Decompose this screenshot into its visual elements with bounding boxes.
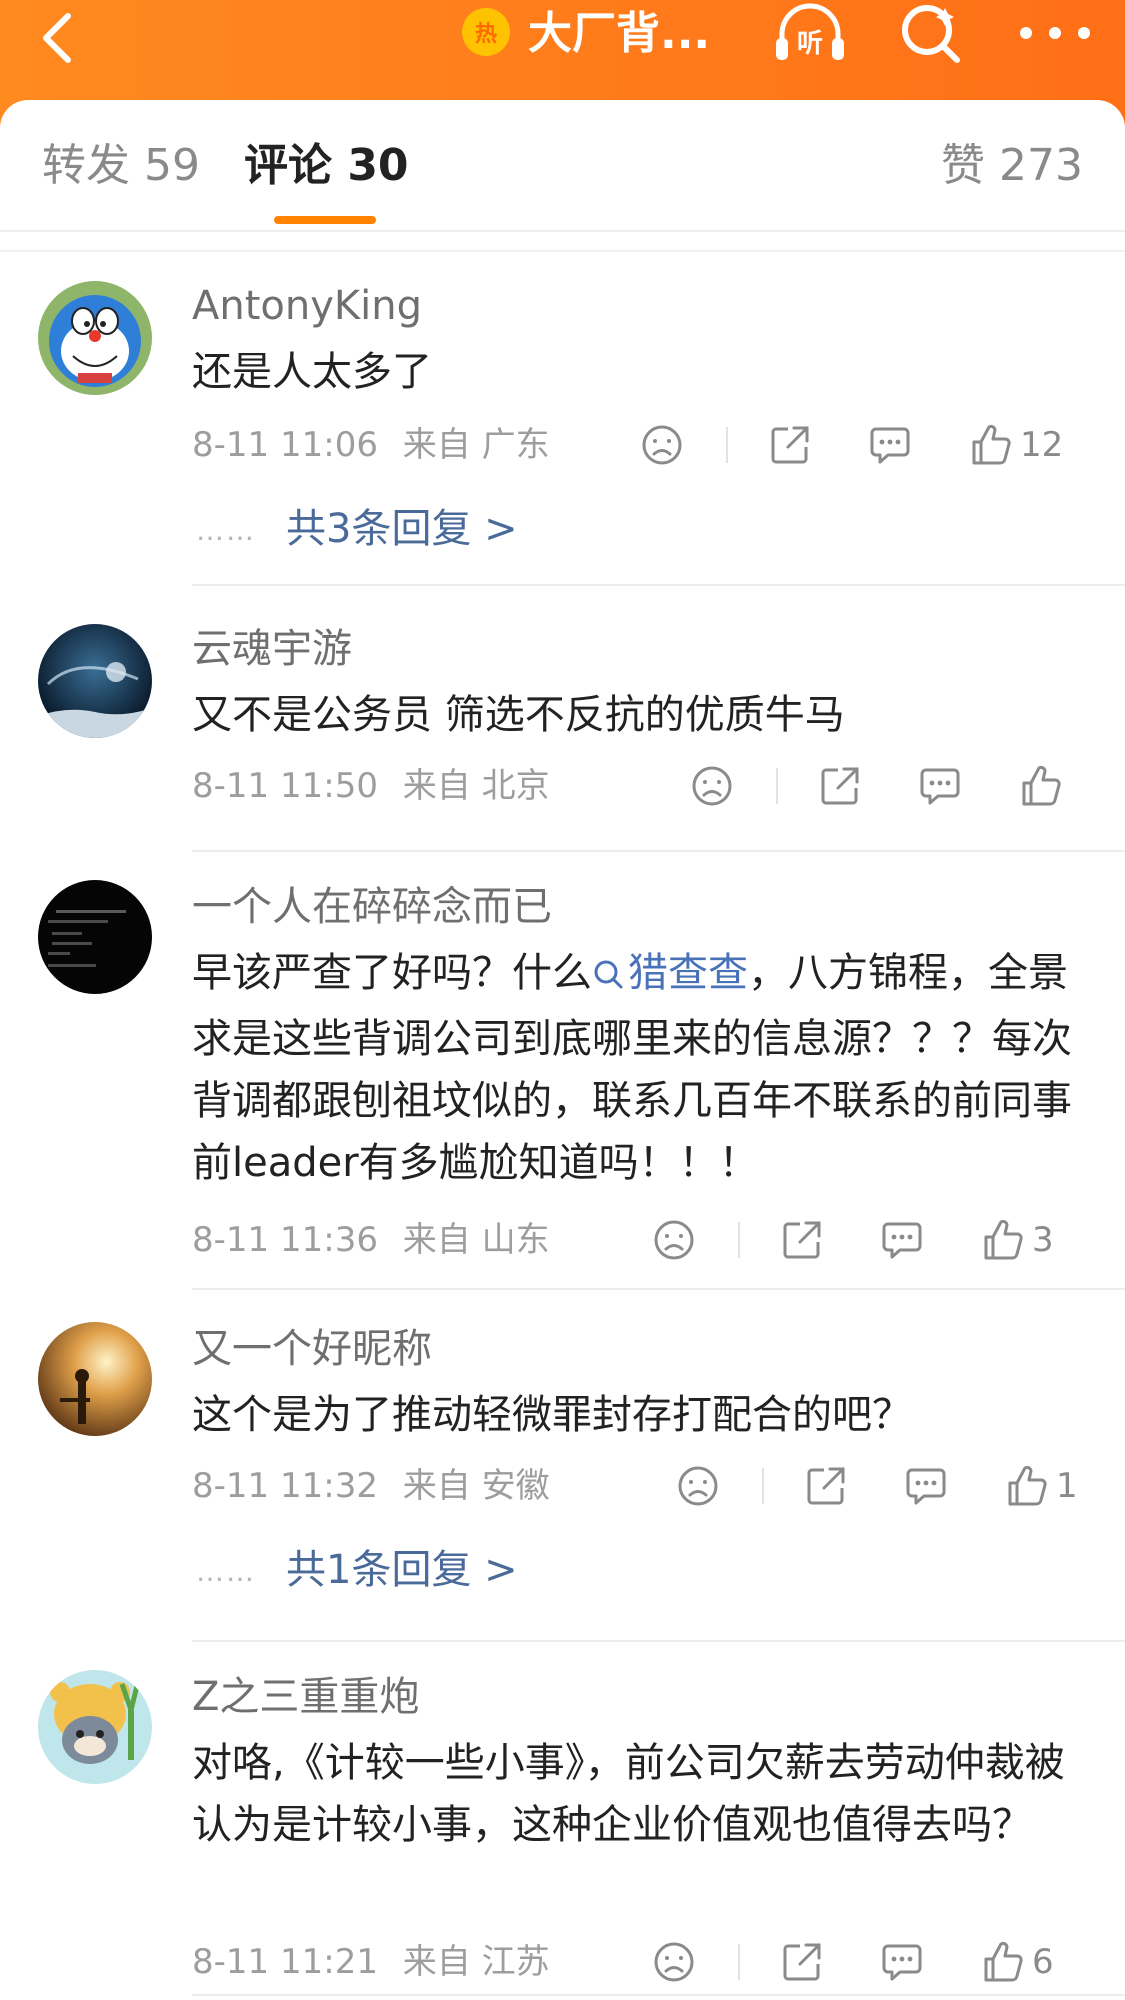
divider [738,1944,740,1980]
tab-bar: 转发 59 评论 30 赞 273 [0,100,1125,232]
page-title: 大厂背... [528,8,711,59]
avatar[interactable] [38,281,152,395]
username[interactable]: AntonyKing [192,281,422,331]
divider [192,1640,1125,1642]
view-replies-link[interactable]: …… 共1条回复 > [196,1544,518,1598]
comment-meta: 8-11 11:36 来自 山东 [192,1218,550,1262]
thumbs-up-icon [984,1219,1023,1260]
repost-icon[interactable] [768,417,812,473]
username[interactable]: Z之三重重炮 [192,1672,419,1722]
thumbs-up-icon [984,1941,1023,1982]
comment-meta: 8-11 11:32 来自 安徽 [192,1464,550,1508]
avatar[interactable] [38,1670,152,1784]
search-icon [592,946,624,1008]
like-button[interactable]: 6 [980,1934,1054,1990]
divider [192,850,1125,852]
svg-text:听: 听 [797,29,823,59]
divider [738,1222,740,1258]
thumbs-up-icon [1008,1465,1047,1506]
tab-repost[interactable]: 转发 59 [42,140,200,192]
hot-badge-icon: 热 [462,8,510,56]
comment-text: 早该严查了好吗？什么 猎查查，八方锦程，全景求是这些背调公司到底哪里来的信息源？？… [192,942,1082,1194]
comment-icon[interactable] [904,1458,948,1514]
comment-icon[interactable] [868,417,912,473]
divider [192,1288,1125,1290]
avatar[interactable] [38,1322,152,1436]
dislike-icon[interactable] [652,1212,696,1268]
comment-actions: 3 [652,1212,1102,1268]
like-count: 1 [1056,1466,1078,1506]
comment-location: 来自 广东 [402,425,550,465]
repost-icon[interactable] [818,758,862,814]
like-button[interactable]: 3 [980,1212,1054,1268]
tab-comments[interactable]: 评论 30 [244,140,409,192]
username[interactable]: 云魂宇游 [192,624,352,674]
comment-time: 8-11 11:50 [192,766,378,806]
comment-meta: 8-11 11:50 来自 北京 [192,764,550,808]
search-tag-link[interactable]: 猎查查 [592,950,748,996]
avatar[interactable] [38,624,152,738]
comment-actions: 6 [652,1934,1102,1990]
repost-icon[interactable] [804,1458,848,1514]
tab-active-indicator [274,216,376,224]
like-button[interactable] [1018,758,1062,814]
divider [0,250,1125,252]
comment-text: 这个是为了推动轻微罪封存打配合的吧？ [192,1392,912,1438]
comment-actions [690,758,1100,814]
comment-meta: 8-11 11:21 来自 江苏 [192,1940,550,1984]
comment-text: 对咯,《计较一些小事》，前公司欠薪去劳动仲裁被认为是计较小事，这种企业价值观也值… [192,1740,1065,1848]
comment-icon[interactable] [880,1934,924,1990]
repost-icon[interactable] [780,1212,824,1268]
thumbs-up-icon [972,424,1011,465]
comment-time: 8-11 11:36 [192,1220,378,1260]
comment-location: 来自 北京 [402,766,550,806]
comment-actions: 1 [676,1458,1102,1514]
dislike-icon[interactable] [640,417,684,473]
comment-icon[interactable] [918,758,962,814]
comment-text: 还是人太多了 [192,349,432,395]
comment-text: 又不是公务员 筛选不反抗的优质牛马 [192,692,845,738]
comment-time: 8-11 11:21 [192,1942,378,1982]
divider [192,584,1125,586]
divider [726,427,728,463]
comment-location: 来自 山东 [402,1220,550,1260]
view-replies-link[interactable]: …… 共3条回复 > [196,503,518,557]
comment-location: 来自 江苏 [402,1942,550,1982]
username[interactable]: 又一个好昵称 [192,1324,432,1374]
dislike-icon[interactable] [690,758,734,814]
username[interactable]: 一个人在碎碎念而已 [192,882,552,932]
avatar[interactable] [38,880,152,994]
comment-time: 8-11 11:32 [192,1466,378,1506]
tab-likes[interactable]: 赞 273 [941,140,1083,192]
thumbs-up-icon [1022,765,1061,806]
comment-icon[interactable] [880,1212,924,1268]
like-button[interactable]: 12 [968,417,1063,473]
dislike-icon[interactable] [676,1458,720,1514]
more-icon[interactable] [1010,10,1100,56]
comment-meta: 8-11 11:06 来自 广东 [192,423,550,467]
like-count: 3 [1032,1220,1054,1260]
repost-icon[interactable] [780,1934,824,1990]
listen-icon[interactable]: 听 [770,0,850,66]
dislike-icon[interactable] [652,1934,696,1990]
like-count: 6 [1032,1942,1054,1982]
like-count: 12 [1020,425,1064,465]
back-arrow-icon[interactable] [30,6,90,66]
search-icon[interactable] [895,0,965,66]
comment-actions: 12 [640,417,1100,473]
divider [762,1468,764,1504]
divider [192,1994,1125,1996]
comment-location: 来自 安徽 [402,1466,550,1506]
divider [776,768,778,804]
like-button[interactable]: 1 [1004,1458,1078,1514]
comment-time: 8-11 11:06 [192,425,378,465]
